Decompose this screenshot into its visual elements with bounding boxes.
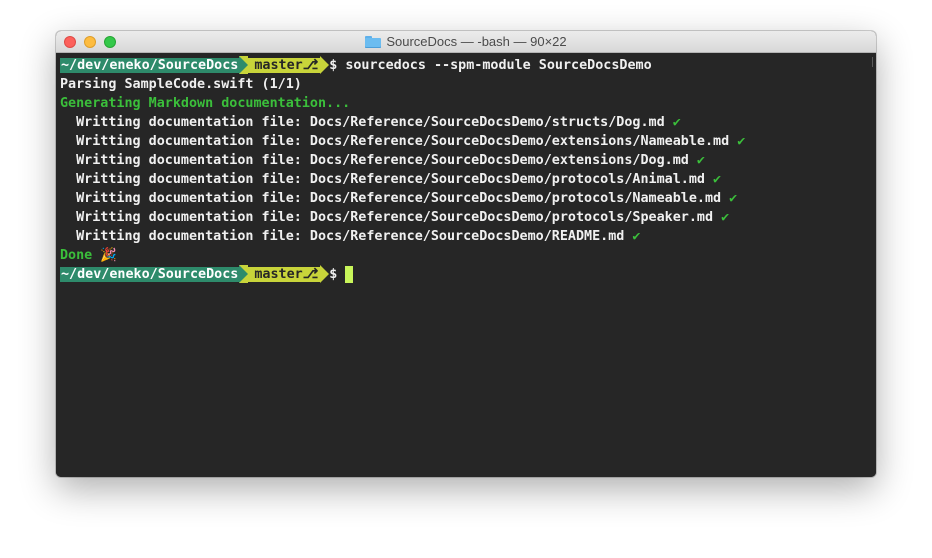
prompt-symbol: $ <box>329 267 338 282</box>
output-line: Writting documentation file: Docs/Refere… <box>60 227 640 246</box>
prompt-branch: master⎇ <box>248 58 321 73</box>
branch-icon: ⎇ <box>302 267 319 282</box>
folder-icon <box>365 36 382 48</box>
check-icon: ✔ <box>729 191 738 206</box>
branch-icon: ⎇ <box>302 58 319 73</box>
done-text: Done <box>60 248 93 263</box>
powerline-separator-icon <box>320 265 330 283</box>
check-icon: ✔ <box>696 153 705 168</box>
title-bar: SourceDocs — -bash — 90×22 <box>56 31 876 53</box>
output-line: Writting documentation file: Docs/Refere… <box>60 113 681 132</box>
party-popper-icon: 🎉 <box>100 248 117 263</box>
prompt-line: ~/dev/eneko/SourceDocs master⎇ $ <box>60 265 354 284</box>
scroll-indicator <box>871 57 873 67</box>
prompt-branch: master⎇ <box>248 267 321 282</box>
terminal-content[interactable]: ~/dev/eneko/SourceDocs master⎇ $ sourcedoc… <box>56 53 876 477</box>
file-path: Docs/Reference/SourceDocsDemo/protocols/… <box>309 172 705 187</box>
prompt-symbol: $ <box>329 58 338 73</box>
branch-name: master <box>254 267 303 282</box>
output-line: Writting documentation file: Docs/Refere… <box>60 151 705 170</box>
output-line: Writting documentation file: Docs/Refere… <box>60 170 721 189</box>
output-line: Writting documentation file: Docs/Refere… <box>60 132 745 151</box>
prompt-path: ~/dev/eneko/SourceDocs <box>60 58 240 73</box>
file-path: Docs/Reference/SourceDocsDemo/extensions… <box>309 153 689 168</box>
check-icon: ✔ <box>713 172 722 187</box>
file-path: Docs/Reference/SourceDocsDemo/extensions… <box>309 134 730 149</box>
writing-prefix: Writting documentation file: <box>60 134 310 149</box>
file-path: Docs/Reference/SourceDocsDemo/protocols/… <box>309 210 714 225</box>
output-line: Writting documentation file: Docs/Refere… <box>60 208 729 227</box>
prompt-line: ~/dev/eneko/SourceDocs master⎇ $ sourcedoc… <box>60 56 652 75</box>
terminal-window: SourceDocs — -bash — 90×22 ~/dev/eneko/S… <box>56 31 876 477</box>
text-cursor[interactable] <box>345 266 354 283</box>
writing-prefix: Writting documentation file: <box>60 153 310 168</box>
writing-prefix: Writting documentation file: <box>60 172 310 187</box>
check-icon: ✔ <box>632 229 641 244</box>
writing-prefix: Writting documentation file: <box>60 115 310 130</box>
writing-prefix: Writting documentation file: <box>60 229 310 244</box>
writing-prefix: Writting documentation file: <box>60 210 310 225</box>
file-path: Docs/Reference/SourceDocsDemo/README.md <box>309 229 625 244</box>
writing-prefix: Writting documentation file: <box>60 191 310 206</box>
window-title-text: SourceDocs — -bash — 90×22 <box>386 34 567 49</box>
branch-name: master <box>254 58 303 73</box>
check-icon: ✔ <box>721 210 730 225</box>
command-text: sourcedocs --spm-module SourceDocsDemo <box>345 58 652 73</box>
prompt-path: ~/dev/eneko/SourceDocs <box>60 267 240 282</box>
file-path: Docs/Reference/SourceDocsDemo/structs/Do… <box>309 115 665 130</box>
powerline-separator-icon <box>320 56 330 74</box>
check-icon: ✔ <box>672 115 681 130</box>
output-line: Writting documentation file: Docs/Refere… <box>60 189 737 208</box>
file-path: Docs/Reference/SourceDocsDemo/protocols/… <box>309 191 722 206</box>
check-icon: ✔ <box>737 134 746 149</box>
output-line: Parsing SampleCode.swift (1/1) <box>60 77 302 92</box>
done-line: Done 🎉 <box>60 246 117 265</box>
output-line: Generating Markdown documentation... <box>60 96 351 111</box>
window-title: SourceDocs — -bash — 90×22 <box>56 31 876 52</box>
